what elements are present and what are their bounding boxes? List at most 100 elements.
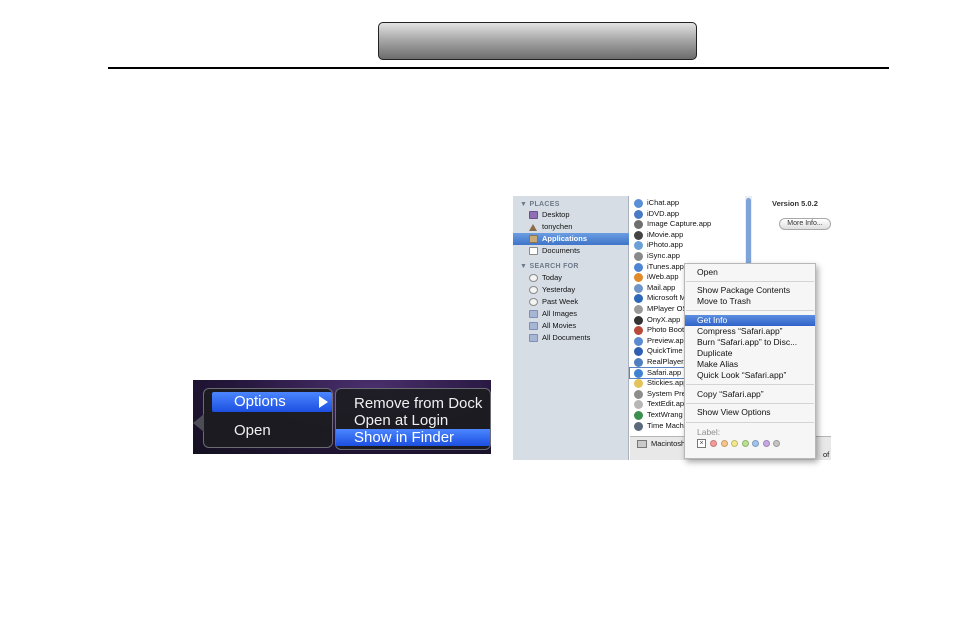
sidebar-item-all-movies[interactable]: All Movies xyxy=(513,320,629,332)
list-item-label: iTunes.app xyxy=(647,261,684,271)
label-color-swatch[interactable] xyxy=(731,440,738,447)
menu-item-show-view-options[interactable]: Show View Options xyxy=(685,407,815,418)
path-item-macintosh[interactable]: Macintosh xyxy=(651,439,685,448)
app-icon xyxy=(634,358,643,367)
smart-folder-icon xyxy=(529,310,538,318)
clock-icon xyxy=(529,286,538,294)
app-icon xyxy=(634,262,643,272)
label-color-swatch[interactable] xyxy=(752,440,759,447)
list-item-label: Time Machi xyxy=(647,420,686,430)
app-icon xyxy=(634,220,643,230)
dock-menu-item-open[interactable]: Open xyxy=(234,421,271,441)
list-item-label: QuickTime xyxy=(647,346,683,356)
smart-folder-icon xyxy=(529,322,538,330)
submenu-item-remove-from-dock[interactable]: Remove from Dock xyxy=(336,395,490,412)
menu-item-copy[interactable]: Copy “Safari.app” xyxy=(685,389,815,400)
app-icon xyxy=(634,315,643,325)
list-item[interactable]: Image Capture.app xyxy=(630,219,744,230)
finder-context-menu: Open Show Package Contents Move to Trash… xyxy=(684,263,816,459)
list-item-label: Safari.app xyxy=(647,367,682,377)
sidebar-item-home[interactable]: tonychen xyxy=(513,221,629,233)
list-item[interactable]: iMovie.app xyxy=(630,230,744,241)
menu-item-make-alias[interactable]: Make Alias xyxy=(685,359,815,370)
menu-item-get-info[interactable]: Get Info xyxy=(685,315,815,326)
list-item-label: System Pre xyxy=(647,388,686,398)
list-item-label: Image Capture.app xyxy=(647,219,712,229)
sidebar-item-all-documents[interactable]: All Documents xyxy=(513,332,629,344)
desktop-icon xyxy=(529,211,538,219)
list-item[interactable]: iChat.app xyxy=(630,198,744,209)
list-item-label: MPlayer OS xyxy=(647,304,688,313)
menu-separator xyxy=(686,384,814,385)
list-item-label: Photo Boot xyxy=(647,325,685,335)
list-item-label: iDVD.app xyxy=(647,208,680,218)
dock-menu-item-options[interactable]: Options xyxy=(212,392,332,412)
label-color-swatch[interactable] xyxy=(720,440,728,447)
sidebar-item-label: tonychen xyxy=(542,222,573,231)
list-item-label: OnyX.app xyxy=(647,314,681,324)
app-icon xyxy=(634,421,643,431)
menu-item-compress[interactable]: Compress “Safari.app” xyxy=(685,326,815,337)
more-info-button[interactable]: More Info... xyxy=(779,218,831,230)
list-item-label: TextWrang xyxy=(647,410,683,419)
sidebar-item-today[interactable]: Today xyxy=(513,272,629,284)
app-icon xyxy=(634,209,643,219)
sidebar-item-documents[interactable]: Documents xyxy=(513,245,629,257)
menu-item-open[interactable]: Open xyxy=(685,267,815,278)
menu-item-duplicate[interactable]: Duplicate xyxy=(685,348,815,359)
sidebar-item-label: Past Week xyxy=(542,297,579,306)
menu-separator xyxy=(686,422,814,423)
sidebar-item-yesterday[interactable]: Yesterday xyxy=(513,284,629,296)
list-item-label: TextEdit.ap xyxy=(647,399,685,409)
label-heading: Label: xyxy=(697,427,721,437)
menu-item-burn-to-disc[interactable]: Burn “Safari.app” to Disc... xyxy=(685,337,815,348)
menu-pointer-arrow xyxy=(193,414,204,432)
app-icon xyxy=(634,411,643,420)
list-item-label: RealPlayer. xyxy=(647,357,686,366)
clock-icon xyxy=(529,298,538,306)
label-color-swatch[interactable] xyxy=(741,440,749,447)
menu-item-show-package-contents[interactable]: Show Package Contents xyxy=(685,285,815,296)
list-item[interactable]: iSync.app xyxy=(630,251,744,262)
submenu-item-open-at-login[interactable]: Open at Login xyxy=(336,412,490,429)
menu-separator xyxy=(686,310,814,311)
sidebar-item-applications[interactable]: Applications xyxy=(513,233,629,245)
list-item[interactable]: iPhoto.app xyxy=(630,240,744,251)
app-icon xyxy=(634,379,643,389)
sidebar-item-desktop[interactable]: Desktop xyxy=(513,209,629,221)
dock-menu-screenshot: Options Open Remove from Dock Open at Lo… xyxy=(193,380,491,454)
app-icon xyxy=(634,336,643,346)
sidebar-item-label: Yesterday xyxy=(542,285,576,294)
menu-item-move-to-trash[interactable]: Move to Trash xyxy=(685,296,815,307)
list-item-label: Stickies.app xyxy=(647,378,688,388)
app-icon xyxy=(634,283,643,293)
list-item-label: Mail.app xyxy=(647,282,676,292)
label-color-swatches: × xyxy=(697,439,807,450)
list-item[interactable]: iDVD.app xyxy=(630,209,744,220)
sidebar-heading-search: ▼ SEARCH FOR xyxy=(520,263,579,270)
dock-options-submenu: Remove from Dock Open at Login Show in F… xyxy=(335,388,491,450)
app-icon xyxy=(634,326,643,336)
sidebar-item-all-images[interactable]: All Images xyxy=(513,308,629,320)
list-item-label: Preview.app xyxy=(647,335,688,345)
version-text: Version 5.0.2 xyxy=(772,199,818,208)
no-label-icon[interactable]: × xyxy=(697,439,706,448)
app-icon xyxy=(634,199,643,208)
applications-icon xyxy=(529,235,538,243)
documents-icon xyxy=(529,247,538,255)
submenu-item-show-in-finder[interactable]: Show in Finder xyxy=(336,429,490,446)
menu-item-quick-look[interactable]: Quick Look “Safari.app” xyxy=(685,370,815,381)
sidebar-item-label: All Documents xyxy=(542,333,591,342)
title-box xyxy=(378,22,697,60)
app-icon xyxy=(634,368,643,378)
label-color-swatch[interactable] xyxy=(762,440,770,447)
status-text: of xyxy=(823,450,830,459)
sidebar-item-past-week[interactable]: Past Week xyxy=(513,296,629,308)
chevron-right-icon xyxy=(319,396,328,408)
label-color-swatch[interactable] xyxy=(773,440,780,447)
list-item-label: iChat.app xyxy=(647,198,680,207)
hard-drive-icon xyxy=(637,440,647,448)
app-icon xyxy=(634,294,643,304)
label-color-swatch[interactable] xyxy=(710,440,717,447)
sidebar-item-label: Desktop xyxy=(542,210,570,219)
